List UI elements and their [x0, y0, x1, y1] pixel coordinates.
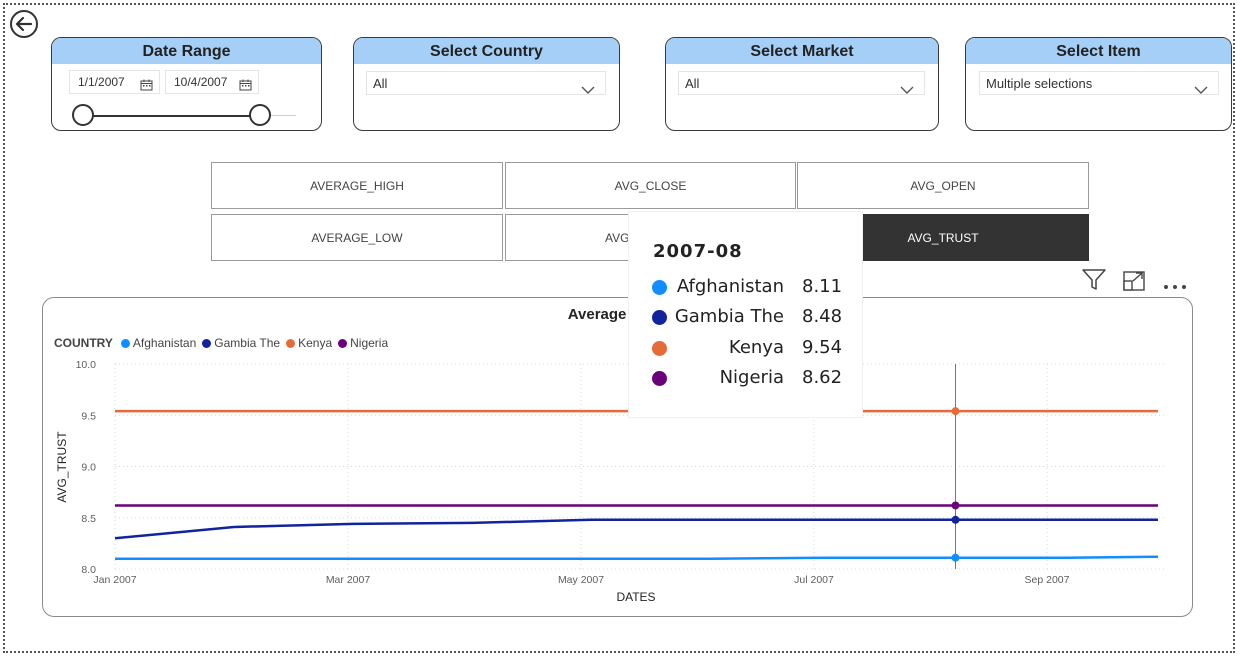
- x-tick-label: Jan 2007: [93, 574, 136, 586]
- tooltip-country: Gambia The: [674, 306, 784, 327]
- y-axis-title: AVG_TRUST: [55, 431, 69, 503]
- x-tick-label: Jul 2007: [794, 574, 834, 586]
- tooltip-row: Nigeria 8.62: [629, 365, 862, 391]
- x-tick-label: Sep 2007: [1025, 574, 1070, 586]
- x-tick-label: Mar 2007: [326, 574, 371, 586]
- tooltip-value: 8.48: [802, 306, 843, 327]
- chart-plot-area[interactable]: 8.08.59.09.510.0Jan 2007 Mar 2007 May 2007…: [0, 0, 1242, 657]
- hover-point-gambia-the: [951, 515, 960, 524]
- y-tick-label: 10.0: [76, 359, 97, 371]
- tooltip-row: Afghanistan 8.11: [629, 274, 862, 300]
- y-tick-label: 8.5: [81, 513, 96, 525]
- hover-point-afghanistan: [951, 553, 960, 562]
- tooltip-dot: [652, 371, 667, 386]
- y-tick-label: 9.5: [81, 410, 96, 422]
- tooltip-value: 8.62: [802, 367, 843, 388]
- series-line-gambia-the: [114, 518, 1158, 540]
- x-tick-label: May 2007: [558, 574, 604, 586]
- tooltip-value: 8.11: [802, 276, 843, 297]
- chart-tooltip: 2007-08 Afghanistan 8.11 Gambia The 8.48…: [629, 212, 862, 417]
- tooltip-value: 9.54: [802, 337, 843, 358]
- series-line-afghanistan: [115, 555, 1159, 560]
- tooltip-row: Kenya 9.54: [629, 335, 862, 361]
- y-tick-label: 9.0: [81, 462, 96, 474]
- tooltip-dot: [652, 341, 667, 356]
- tooltip-dot: [652, 280, 667, 295]
- tooltip-country: Kenya: [728, 337, 784, 358]
- x-axis-title: DATES: [616, 590, 655, 604]
- tooltip-dot: [652, 310, 667, 325]
- hover-point-nigeria: [951, 501, 960, 510]
- tooltip-country: Nigeria: [719, 367, 784, 388]
- tooltip-country: Afghanistan: [676, 276, 784, 297]
- hover-point-kenya: [951, 407, 960, 416]
- tooltip-title: 2007-08: [653, 241, 743, 262]
- tooltip-row: Gambia The 8.48: [629, 304, 862, 330]
